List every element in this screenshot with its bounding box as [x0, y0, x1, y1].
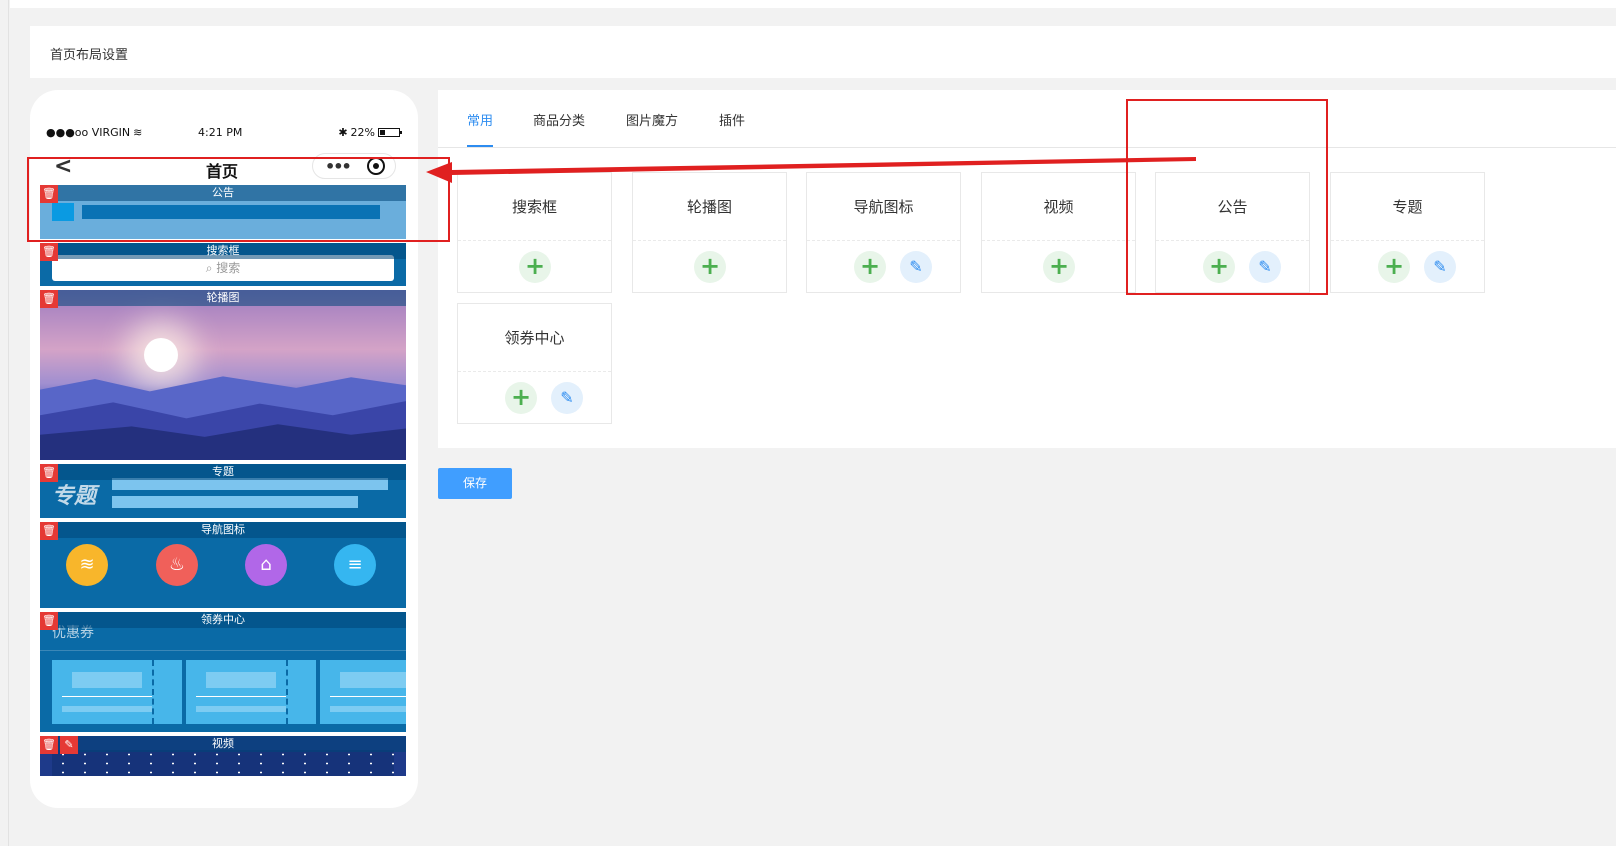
battery-icon	[378, 128, 402, 137]
module-nav-icons[interactable]: ≋ ♨ ⌂ ≡ 导航图标 🗑	[40, 522, 406, 608]
edit-icon[interactable]: ✎	[60, 736, 78, 754]
add-button[interactable]: +	[1043, 251, 1075, 283]
add-button[interactable]: +	[1378, 251, 1410, 283]
top-strip	[10, 0, 1616, 8]
coupon-ticket	[186, 660, 316, 724]
carrier-text: ●●●oo VIRGIN	[46, 126, 131, 139]
module-label: 轮播图	[40, 290, 406, 306]
page-header: 首页布局设置	[30, 26, 1616, 78]
battery-text: 22%	[350, 126, 375, 139]
topic-line	[112, 496, 358, 508]
component-name: 导航图标	[807, 173, 960, 241]
delete-icon[interactable]: 🗑	[40, 290, 58, 308]
component-card-coupon: 领券中心 + ✎	[457, 303, 612, 424]
module-label: 导航图标	[40, 522, 406, 538]
delete-icon[interactable]: 🗑	[40, 464, 58, 482]
module-label: 视频	[40, 736, 406, 752]
component-card-topic: 专题 + ✎	[1330, 172, 1485, 293]
add-button[interactable]: +	[854, 251, 886, 283]
add-button[interactable]: +	[694, 251, 726, 283]
left-edge	[8, 0, 9, 846]
tab-plugins[interactable]: 插件	[719, 110, 745, 145]
component-name: 专题	[1331, 173, 1484, 241]
component-card-swiper: 轮播图 +	[632, 172, 787, 293]
video-thumbnail	[52, 750, 394, 776]
module-search[interactable]: ⌕ 搜索 搜索框 🗑	[40, 243, 406, 286]
fire-icon: ♨	[156, 544, 198, 586]
component-name: 领券中心	[458, 304, 611, 372]
module-video[interactable]: 视频 🗑 ✎	[40, 736, 406, 776]
component-card-nav-icons: 导航图标 + ✎	[806, 172, 961, 293]
delete-icon[interactable]: 🗑	[40, 736, 58, 754]
tab-categories[interactable]: 商品分类	[533, 110, 585, 145]
edit-button[interactable]: ✎	[551, 382, 583, 414]
search-placeholder: 搜索	[216, 261, 241, 275]
tab-image-cube[interactable]: 图片魔方	[626, 110, 678, 145]
status-time: 4:21 PM	[198, 126, 243, 139]
layers-icon: ≋	[66, 544, 108, 586]
module-swiper[interactable]: 轮播图 🗑	[40, 290, 406, 460]
module-topic[interactable]: 专题 专题 🗑	[40, 464, 406, 518]
module-coupon[interactable]: 优惠券 领券中心 🗑	[40, 612, 406, 732]
component-panel: 常用 商品分类 图片魔方 插件 搜索框 + 轮播图 + 导航图标 + ✎ 视频 …	[438, 90, 1616, 448]
battery: ✱ 22%	[338, 126, 402, 139]
bluetooth-icon: ✱	[338, 126, 348, 139]
search-icon: ⌕	[205, 261, 217, 275]
module-label: 领券中心	[40, 612, 406, 628]
tab-common[interactable]: 常用	[467, 110, 494, 147]
divider	[40, 650, 406, 651]
module-label: 专题	[40, 464, 406, 480]
wifi-icon: ≋	[133, 126, 143, 139]
delete-icon[interactable]: 🗑	[40, 243, 58, 261]
carrier: ●●●oo VIRGIN ≋	[46, 126, 142, 139]
component-name: 轮播图	[633, 173, 786, 241]
module-label: 搜索框	[40, 243, 406, 259]
component-name: 视频	[982, 173, 1135, 241]
page-title: 首页布局设置	[50, 48, 129, 63]
document-icon: ≡	[334, 544, 376, 586]
component-tabs: 常用 商品分类 图片魔方 插件	[438, 90, 1616, 148]
gift-icon: ⌂	[245, 544, 287, 586]
coupon-ticket	[52, 660, 182, 724]
save-button[interactable]: 保存	[438, 468, 512, 499]
delete-icon[interactable]: 🗑	[40, 612, 58, 630]
edit-button[interactable]: ✎	[1424, 251, 1456, 283]
highlight-box-phone	[27, 157, 450, 242]
highlight-box-component	[1126, 99, 1328, 295]
component-name: 搜索框	[458, 173, 611, 241]
delete-icon[interactable]: 🗑	[40, 522, 58, 540]
component-card-search: 搜索框 +	[457, 172, 612, 293]
topic-watermark: 专题	[52, 484, 97, 509]
status-bar: ●●●oo VIRGIN ≋ 4:21 PM ✱ 22%	[46, 126, 402, 140]
coupon-ticket	[320, 660, 406, 724]
add-button[interactable]: +	[505, 382, 537, 414]
edit-button[interactable]: ✎	[900, 251, 932, 283]
sun-image	[144, 338, 178, 372]
add-button[interactable]: +	[519, 251, 551, 283]
component-card-video: 视频 +	[981, 172, 1136, 293]
